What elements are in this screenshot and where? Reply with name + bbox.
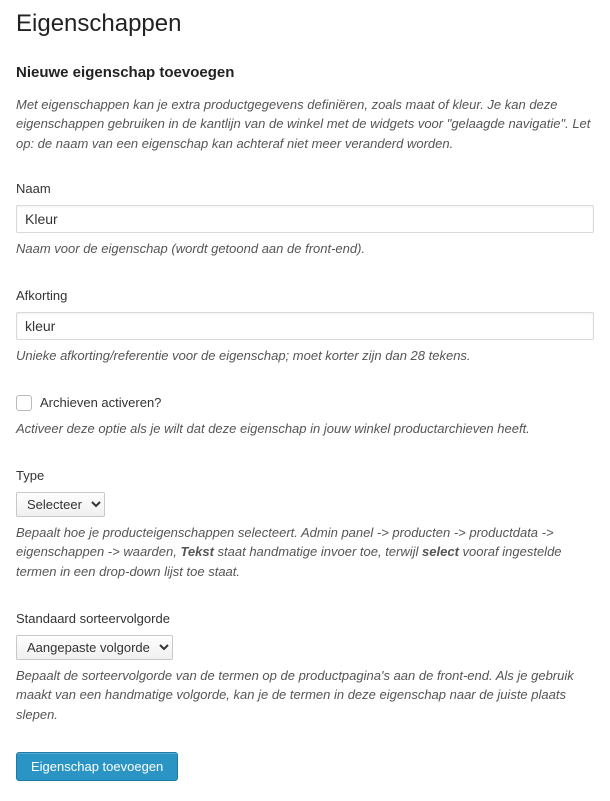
archives-checkbox[interactable] [16, 395, 32, 411]
name-label: Naam [16, 179, 594, 199]
order-select[interactable]: Aangepaste volgorde [16, 635, 173, 660]
field-type: Type Selecteer Bepaalt hoe je producteig… [16, 466, 594, 581]
order-label: Standaard sorteervolgorde [16, 609, 594, 629]
field-order: Standaard sorteervolgorde Aangepaste vol… [16, 609, 594, 724]
form-heading: Nieuwe eigenschap toevoegen [16, 62, 594, 85]
field-slug: Afkorting Unieke afkorting/referentie vo… [16, 286, 594, 365]
order-help: Bepaalt de sorteervolgorde van de termen… [16, 666, 594, 725]
archives-label: Archieven activeren? [40, 393, 161, 413]
name-input[interactable] [16, 205, 594, 233]
type-select[interactable]: Selecteer [16, 492, 105, 517]
archives-help: Activeer deze optie als je wilt dat deze… [16, 419, 594, 439]
slug-input[interactable] [16, 312, 594, 340]
name-help: Naam voor de eigenschap (wordt getoond a… [16, 239, 594, 259]
type-label: Type [16, 466, 594, 486]
field-name: Naam Naam voor de eigenschap (wordt geto… [16, 179, 594, 258]
slug-label: Afkorting [16, 286, 594, 306]
field-archives: Archieven activeren? Activeer deze optie… [16, 393, 594, 438]
page-title: Eigenschappen [16, 6, 594, 42]
intro-text: Met eigenschappen kan je extra productge… [16, 95, 594, 154]
slug-help: Unieke afkorting/referentie voor de eige… [16, 346, 594, 366]
submit-button[interactable]: Eigenschap toevoegen [16, 752, 178, 781]
type-help: Bepaalt hoe je producteigenschappen sele… [16, 523, 594, 582]
